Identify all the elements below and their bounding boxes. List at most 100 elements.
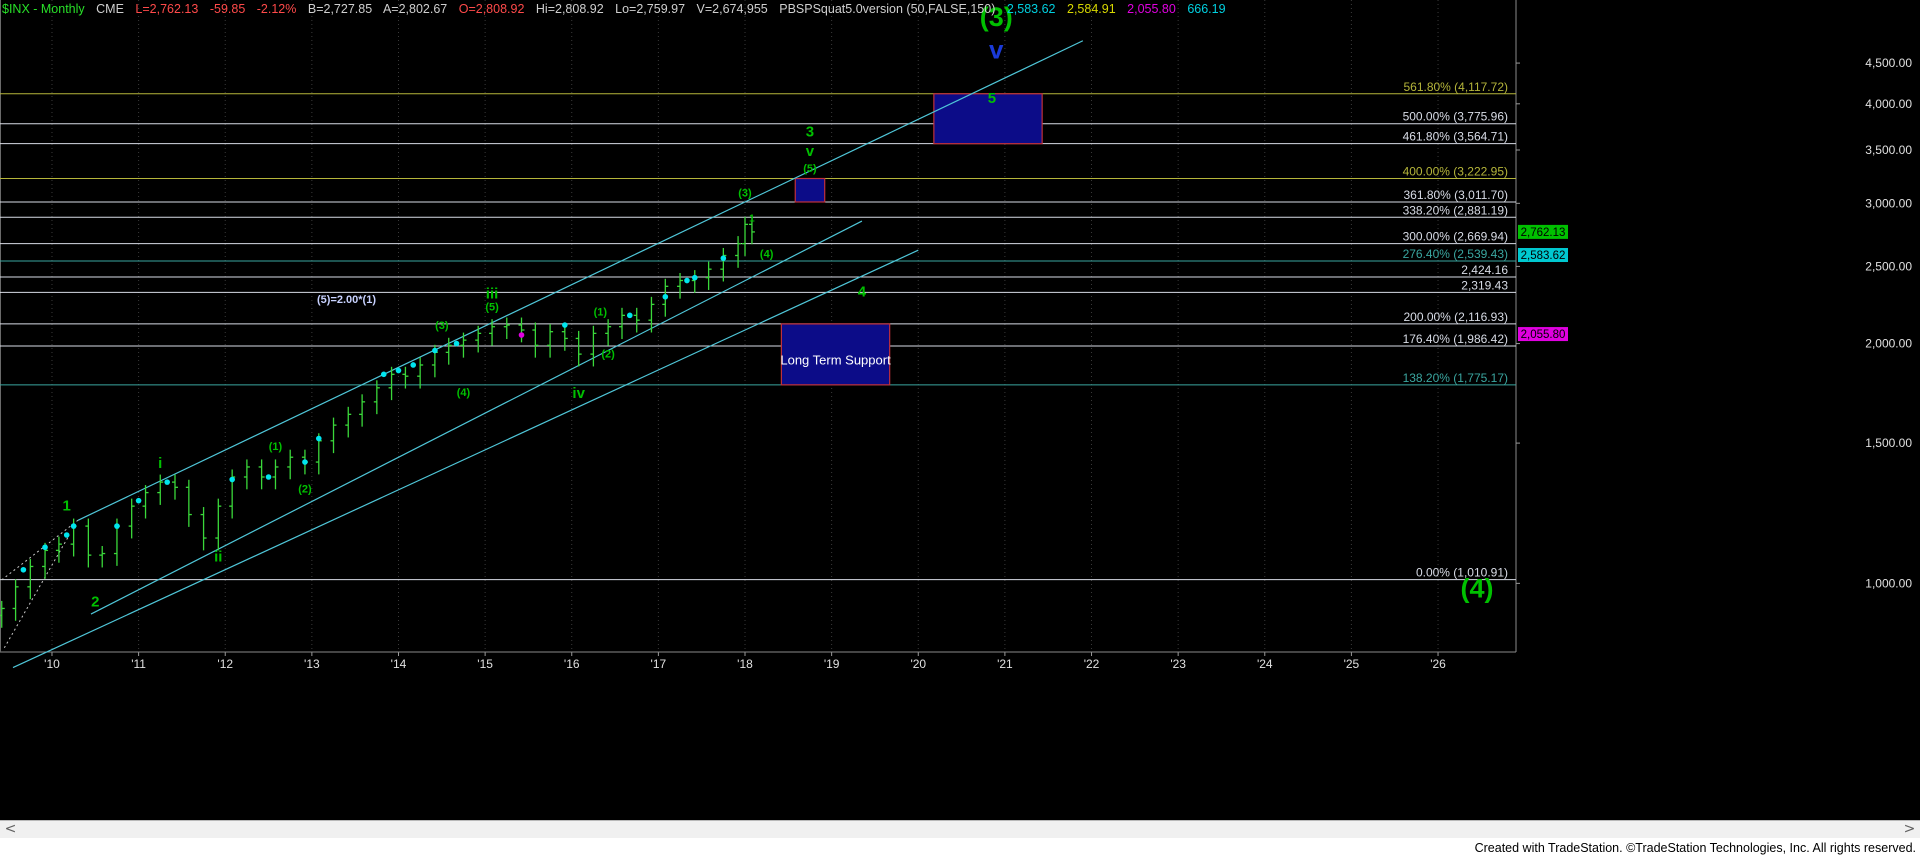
x-tick-label: '17 [651, 657, 667, 671]
y-tick-label: 2,000.00 [1865, 337, 1912, 351]
wave-label: (5)=2.00*(1) [317, 294, 376, 306]
fib-level-label: 361.80% (3,011.70) [1403, 188, 1508, 202]
indicator-dot [135, 497, 142, 504]
header-change-pct: -2.12% [256, 2, 297, 16]
wave-label: (3) [435, 320, 449, 332]
indicator-dot [453, 340, 460, 347]
indicator-dot [302, 459, 308, 465]
wave-label: 5 [988, 90, 996, 107]
x-tick-label: '14 [391, 657, 407, 671]
y-tick-label: 3,000.00 [1865, 196, 1912, 210]
wave-label: 1 [749, 214, 755, 225]
target-box-label: Long Term Support [780, 352, 891, 367]
scroll-left-arrow[interactable]: < [2, 821, 19, 838]
x-tick-label: '18 [737, 657, 753, 671]
header-symbol: $INX - Monthly [2, 2, 85, 16]
x-tick-label: '10 [44, 657, 60, 671]
indicator-dot [562, 322, 568, 328]
x-tick-label: '21 [997, 657, 1013, 671]
indicator-dot [432, 347, 438, 354]
fib-level-label: 561.80% (4,117.72) [1403, 80, 1508, 94]
header-ask: A=2,802.67 [382, 2, 448, 16]
indicator-dot [410, 362, 417, 368]
wave-label: 4 [858, 284, 867, 301]
indicator-dot [662, 293, 669, 300]
indicator-dot [380, 371, 387, 378]
x-tick-label: '12 [217, 657, 233, 671]
x-tick-label: '22 [1084, 657, 1100, 671]
price-badge-label: 2,762.13 [1521, 227, 1566, 239]
x-tick-label: '25 [1344, 657, 1360, 671]
header-bid: B=2,727.85 [307, 2, 373, 16]
fib-level-label: 276.40% (2,539.43) [1403, 247, 1508, 261]
header-low: Lo=2,759.97 [615, 2, 686, 16]
wave-label: ii [214, 549, 222, 566]
wave-label: (5) [803, 163, 817, 175]
header-high: Hi=2,808.92 [535, 2, 604, 16]
x-tick-label: '16 [564, 657, 580, 671]
wave-label: (1) [594, 306, 608, 318]
fib-level-label: 2,319.43 [1461, 278, 1508, 292]
x-tick-label: '13 [304, 657, 320, 671]
wave-label: 2 [91, 594, 99, 611]
indicator-dot [691, 274, 698, 281]
horizontal-scrollbar[interactable]: < > [0, 820, 1920, 838]
x-tick-label: '15 [477, 657, 493, 671]
wave-label: iv [572, 385, 585, 402]
price-badge-label: 2,055.80 [1521, 329, 1566, 341]
scroll-right-arrow[interactable]: > [1901, 821, 1918, 838]
wave-label: (4) [1461, 573, 1494, 603]
chart-header: $INX - Monthly CME L=2,762.13 -59.85 -2.… [2, 2, 1234, 18]
wave-label: iii [486, 285, 499, 302]
wave-label: i [158, 455, 162, 472]
header-ind-v1: 2,583.62 [1006, 2, 1056, 16]
price-chart[interactable]: '10 '11 '12 '13 '14 '15 '16 '17 '18 '19 '20 '21 '22 '… [0, 0, 1920, 858]
header-ind-v2: 2,584.91 [1067, 2, 1116, 16]
indicator-dot [684, 277, 690, 284]
wave-label: (2) [601, 349, 615, 361]
wave-label: (2) [298, 484, 312, 496]
indicator-dot [114, 523, 120, 529]
indicator-dot [164, 479, 170, 485]
x-tick-label: '26 [1430, 657, 1446, 671]
y-tick-label: 3,500.00 [1865, 143, 1912, 157]
fib-level-label: 176.40% (1,986.42) [1403, 332, 1508, 346]
indicator-dot [70, 523, 77, 529]
wave-label: (5) [485, 302, 499, 314]
fib-level-label: 338.20% (2,881.19) [1403, 203, 1508, 217]
fib-level-label: 200.00% (2,116.93) [1403, 310, 1508, 324]
fib-level-label: 461.80% (3,564.71) [1403, 130, 1508, 144]
y-tick-label: 4,500.00 [1865, 56, 1912, 70]
header-exchange: CME [96, 2, 124, 16]
indicator-dot [63, 532, 70, 538]
header-change: -59.85 [209, 2, 246, 16]
indicator-dot [265, 474, 272, 480]
fib-level-label: 138.20% (1,775.17) [1403, 371, 1508, 385]
fib-level-label: 500.00% (3,775.96) [1403, 110, 1508, 124]
fib-level-label: 300.00% (2,669.94) [1403, 230, 1508, 244]
wave-label: (4) [457, 387, 471, 399]
indicator-dot [20, 566, 27, 573]
wave-label: (4) [760, 249, 774, 261]
indicator-dot [315, 435, 322, 442]
footer: Created with TradeStation. ©TradeStation… [0, 838, 1920, 858]
x-tick-label: '19 [824, 657, 840, 671]
indicator-dot [42, 544, 48, 551]
header-volume: V=2,674,955 [696, 2, 768, 16]
price-badge-label: 2,583.62 [1521, 250, 1566, 262]
header-ind-v3: 2,055.80 [1127, 2, 1176, 16]
wave-label: (1) [269, 441, 283, 453]
wave-label: 1 [63, 497, 71, 514]
wave-label: v [806, 143, 815, 160]
header-last: L=2,762.13 [135, 2, 199, 16]
x-tick-label: '20 [910, 657, 926, 671]
y-tick-label: 1,000.00 [1865, 576, 1912, 590]
header-indicator: PBSPSquat5.0version (50,FALSE,150) [779, 2, 996, 16]
target-box [794, 177, 826, 203]
indicator-dot [720, 255, 727, 261]
y-tick-label: 2,500.00 [1865, 259, 1912, 273]
x-tick-label: '23 [1170, 657, 1186, 671]
y-tick-label: 1,500.00 [1865, 436, 1912, 450]
x-tick-label: '24 [1257, 657, 1273, 671]
wave-label: v [989, 34, 1004, 64]
